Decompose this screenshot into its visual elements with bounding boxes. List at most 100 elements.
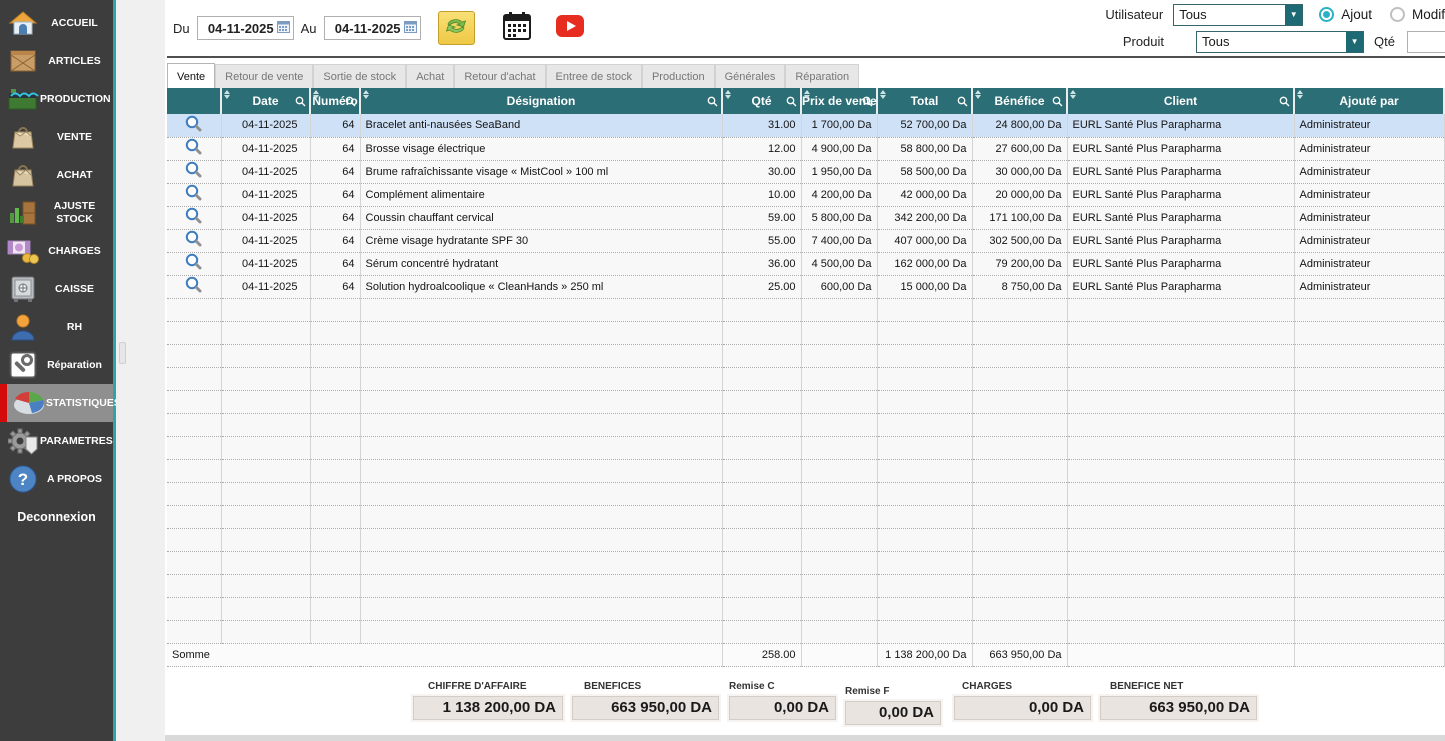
splitter-grip[interactable]: [119, 342, 126, 364]
table-row[interactable]: 04-11-2025 64 Crème visage hydratante SP…: [167, 229, 1444, 252]
date-to-field[interactable]: 04-11-2025: [324, 16, 421, 40]
cell-designation: Coussin chauffant cervical: [360, 206, 722, 229]
tab-retour-de-vente[interactable]: Retour de vente: [215, 64, 313, 88]
sort-arrows-icon[interactable]: [1297, 90, 1303, 99]
cell-ajoute-par: Administrateur: [1294, 137, 1444, 160]
magnifier-icon[interactable]: [185, 138, 203, 156]
search-icon[interactable]: [786, 96, 797, 110]
table-header-row: Date Numéro Désignation Qté Prix de vent…: [167, 88, 1444, 114]
col-total[interactable]: Total: [877, 88, 972, 114]
search-icon[interactable]: [1052, 96, 1063, 110]
sort-arrows-icon[interactable]: [804, 90, 810, 99]
tab-retour-dachat[interactable]: Retour d'achat: [454, 64, 545, 88]
col-date[interactable]: Date: [221, 88, 310, 114]
sidebar-item-production[interactable]: PRODUCTION: [0, 80, 113, 118]
sort-arrows-icon[interactable]: [1070, 90, 1076, 99]
banknote-icon: [6, 235, 40, 267]
table-row[interactable]: 04-11-2025 64 Brosse visage électrique 1…: [167, 137, 1444, 160]
table-row[interactable]: 04-11-2025 64 Brume rafraîchissante visa…: [167, 160, 1444, 183]
sidebar-item-ajuste-stock[interactable]: AJUSTE STOCK: [0, 194, 113, 232]
sidebar-item-statistiques[interactable]: STATISTIQUES: [0, 384, 113, 422]
col-numero[interactable]: Numéro: [310, 88, 360, 114]
sort-arrows-icon[interactable]: [880, 90, 886, 99]
search-icon[interactable]: [1279, 96, 1290, 110]
magnifier-icon[interactable]: [185, 115, 203, 133]
cell-date: 04-11-2025: [221, 252, 310, 275]
magnifier-icon[interactable]: [185, 253, 203, 271]
cell-total: 407 000,00 Da: [877, 229, 972, 252]
tab-production[interactable]: Production: [642, 64, 715, 88]
qte-input[interactable]: [1407, 31, 1445, 53]
sort-arrows-icon[interactable]: [975, 90, 981, 99]
cell-total: 58 500,00 Da: [877, 160, 972, 183]
tab-vente[interactable]: Vente: [167, 63, 215, 88]
col-qte[interactable]: Qté: [722, 88, 801, 114]
ajout-radio[interactable]: Ajout: [1319, 7, 1372, 22]
cell-qte: 12.00: [722, 137, 801, 160]
col-designation[interactable]: Désignation: [360, 88, 722, 114]
logout-button[interactable]: Deconnexion: [0, 510, 113, 524]
chevron-down-icon[interactable]: ▼: [1285, 5, 1302, 25]
date-from-field[interactable]: 04-11-2025: [197, 16, 294, 40]
utilisateur-select[interactable]: Tous ▼: [1173, 4, 1303, 26]
sort-arrows-icon[interactable]: [363, 90, 369, 99]
au-label: Au: [301, 21, 317, 36]
cell-ajoute-par: Administrateur: [1294, 206, 1444, 229]
table-row[interactable]: 04-11-2025 64 Complément alimentaire 10.…: [167, 183, 1444, 206]
table-row[interactable]: 04-11-2025 64 Solution hydroalcoolique «…: [167, 275, 1444, 298]
col-client[interactable]: Client: [1067, 88, 1294, 114]
produit-select[interactable]: Tous ▼: [1196, 31, 1364, 53]
chevron-down-icon[interactable]: ▼: [1346, 32, 1363, 52]
magnifier-icon[interactable]: [185, 161, 203, 179]
cell-prix: 1 950,00 Da: [801, 160, 877, 183]
magnifier-icon[interactable]: [185, 276, 203, 294]
modif-radio[interactable]: Modif: [1390, 7, 1445, 22]
magnifier-icon[interactable]: [185, 207, 203, 225]
search-icon[interactable]: [957, 96, 968, 110]
cell-qte: 10.00: [722, 183, 801, 206]
cell-ajoute-par: Administrateur: [1294, 114, 1444, 137]
sidebar-item-a-propos[interactable]: ? A PROPOS: [0, 460, 113, 498]
sort-arrows-icon[interactable]: [313, 90, 319, 99]
table-row[interactable]: 04-11-2025 64 Bracelet anti-nausées SeaB…: [167, 114, 1444, 137]
tab-sortie-de-stock[interactable]: Sortie de stock: [313, 64, 406, 88]
sidebar-item-achat[interactable]: ACHAT: [0, 156, 113, 194]
tab-generales[interactable]: Générales: [715, 64, 786, 88]
remise-f-value: 0,00 DA: [845, 701, 941, 725]
sidebar-item-caisse[interactable]: CAISSE: [0, 270, 113, 308]
empty-row: [167, 367, 1444, 390]
person-icon: [6, 311, 40, 343]
table-row[interactable]: 04-11-2025 64 Coussin chauffant cervical…: [167, 206, 1444, 229]
cell-prix: 4 200,00 Da: [801, 183, 877, 206]
tab-achat[interactable]: Achat: [406, 64, 454, 88]
tab-entree-de-stock[interactable]: Entree de stock: [546, 64, 642, 88]
search-icon[interactable]: [862, 96, 873, 110]
radio-dot: [1319, 7, 1334, 22]
refresh-button[interactable]: [438, 11, 475, 45]
chiffre-affaire-box: CHIFFRE D'AFFAIRE 1 138 200,00 DA: [413, 681, 563, 720]
magnifier-icon[interactable]: [185, 184, 203, 202]
sidebar-item-articles[interactable]: ARTICLES: [0, 42, 113, 80]
col-benefice[interactable]: Bénéfice: [972, 88, 1067, 114]
search-icon[interactable]: [295, 96, 306, 110]
sort-arrows-icon[interactable]: [224, 90, 230, 99]
col-ajoute-par[interactable]: Ajouté par: [1294, 88, 1444, 114]
calendar-small-icon[interactable]: [277, 20, 290, 36]
youtube-button[interactable]: [553, 12, 587, 44]
calendar-button[interactable]: [500, 11, 534, 45]
sidebar-item-charges[interactable]: CHARGES: [0, 232, 113, 270]
sidebar-item-vente[interactable]: VENTE: [0, 118, 113, 156]
calendar-small-icon[interactable]: [404, 20, 417, 36]
table-row[interactable]: 04-11-2025 64 Sérum concentré hydratant …: [167, 252, 1444, 275]
sidebar-item-accueil[interactable]: ACCUEIL: [0, 4, 113, 42]
sidebar-item-reparation[interactable]: Réparation: [0, 346, 113, 384]
search-icon[interactable]: [345, 96, 356, 110]
sidebar-item-rh[interactable]: RH: [0, 308, 113, 346]
somme-label: Somme: [167, 643, 722, 666]
magnifier-icon[interactable]: [185, 230, 203, 248]
tab-reparation[interactable]: Réparation: [785, 64, 859, 88]
sort-arrows-icon[interactable]: [725, 90, 731, 99]
col-prix-de-vente[interactable]: Prix de vente: [801, 88, 877, 114]
sidebar-item-parametres[interactable]: PARAMETRES: [0, 422, 113, 460]
search-icon[interactable]: [707, 96, 718, 110]
